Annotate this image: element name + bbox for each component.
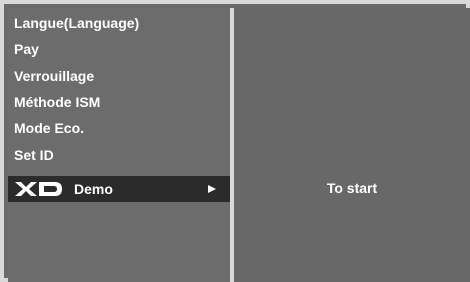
menu-item-ism-method[interactable]: Méthode ISM — [8, 89, 230, 115]
menu-item-label: Verrouillage — [14, 68, 95, 84]
menu-panel: Langue(Language) Pay Verrouillage Méthod… — [8, 8, 230, 282]
play-arrow-icon — [208, 185, 216, 193]
menu-item-label: Méthode ISM — [14, 94, 101, 110]
info-text: To start — [326, 180, 378, 196]
menu-item-label: Set ID — [14, 147, 54, 163]
menu-item-language[interactable]: Langue(Language) — [8, 10, 230, 36]
osd-menu-window: Langue(Language) Pay Verrouillage Méthod… — [0, 0, 470, 282]
menu-item-label: Mode Eco. — [14, 120, 85, 136]
menu-item-eco-mode[interactable]: Mode Eco. — [8, 115, 230, 141]
xd-logo-icon: XD — [15, 182, 62, 196]
menu-item-label: Pay — [14, 41, 39, 57]
menu-item-set-id[interactable]: Set ID — [8, 142, 230, 168]
info-panel: To start — [234, 8, 470, 282]
menu-item-lock[interactable]: Verrouillage — [8, 63, 230, 89]
menu-item-demo[interactable]: XD Demo — [8, 176, 230, 202]
menu-item-label: Langue(Language) — [14, 15, 140, 31]
menu-item-pay[interactable]: Pay — [8, 36, 230, 62]
demo-label: Demo — [74, 181, 113, 197]
